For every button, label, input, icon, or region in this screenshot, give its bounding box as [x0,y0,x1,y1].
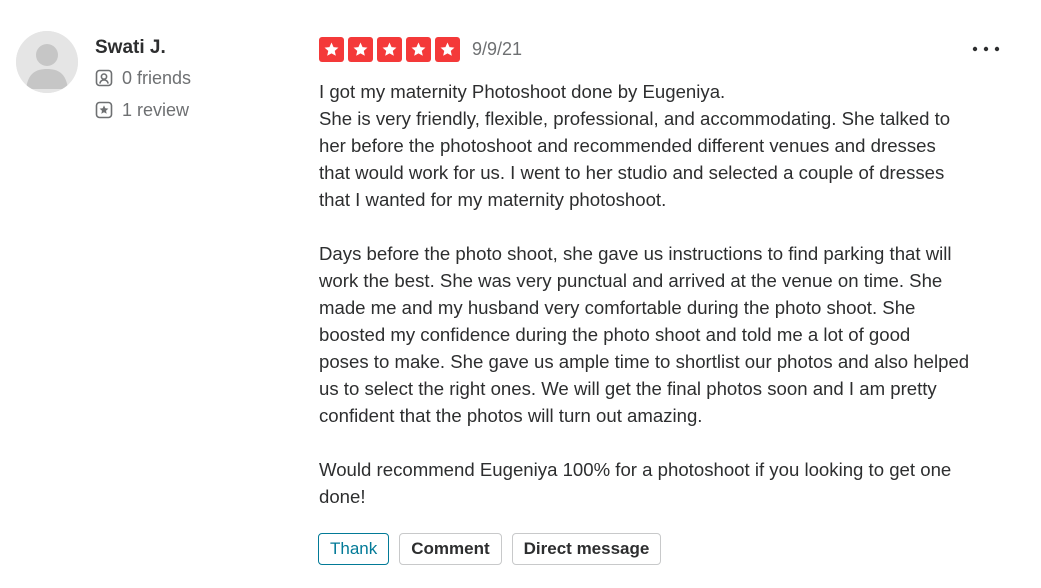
review-line: I got my maternity Photoshoot done by Eu… [319,81,726,102]
star-icon [319,36,344,62]
review-star-icon [95,101,113,119]
direct-message-button[interactable]: Direct message [511,533,662,565]
review-line: Would recommend Eugeniya 100% for a phot… [319,459,952,480]
user-name[interactable]: Swati J. [95,36,166,60]
star-icon [348,36,373,62]
review-line: that I wanted for my maternity photoshoo… [319,189,667,210]
review-card: Swati J. 0 friends 1 review 9/9/21 I got… [0,0,1041,588]
reviews-label: 1 review [122,99,190,120]
review-line: work the best. She was very punctual and… [319,270,943,291]
star-rating [319,36,464,62]
star-icon [406,36,431,62]
review-line: that would work for us. I went to her st… [319,162,945,183]
rating-row: 9/9/21 [319,36,522,62]
comment-button[interactable]: Comment [399,533,502,565]
star-icon [435,36,460,62]
avatar[interactable] [16,31,78,93]
review-paragraph: I got my maternity Photoshoot done by Eu… [319,78,1021,213]
review-line: Days before the photo shoot, she gave us… [319,243,952,264]
review-line: boosted my confidence during the photo s… [319,324,911,345]
more-options-button[interactable] [966,36,1006,62]
review-line: poses to make. She gave us ample time to… [319,351,970,372]
review-paragraph: Would recommend Eugeniya 100% for a phot… [319,456,1021,510]
review-line: She is very friendly, flexible, professi… [319,108,951,129]
thank-button[interactable]: Thank [318,533,390,565]
review-actions: Thank Comment Direct message [318,533,662,565]
friends-count: 0 friends [95,67,191,89]
more-options-icon [972,46,1000,52]
review-text: I got my maternity Photoshoot done by Eu… [319,78,1021,510]
review-date: 9/9/21 [472,39,523,59]
review-line: made me and my husband very comfortable … [319,297,916,318]
review-line: done! [319,486,366,507]
review-line: us to select the right ones. We will get… [319,378,937,399]
default-avatar-icon [16,31,78,93]
review-line: her before the photoshoot and recommende… [319,135,936,156]
friends-label: 0 friends [122,67,192,88]
reviews-count: 1 review [95,99,189,121]
review-paragraph: Days before the photo shoot, she gave us… [319,240,1021,429]
star-icon [377,36,402,62]
review-line: confident that the photos will turn out … [319,405,703,426]
friends-icon [95,69,113,87]
